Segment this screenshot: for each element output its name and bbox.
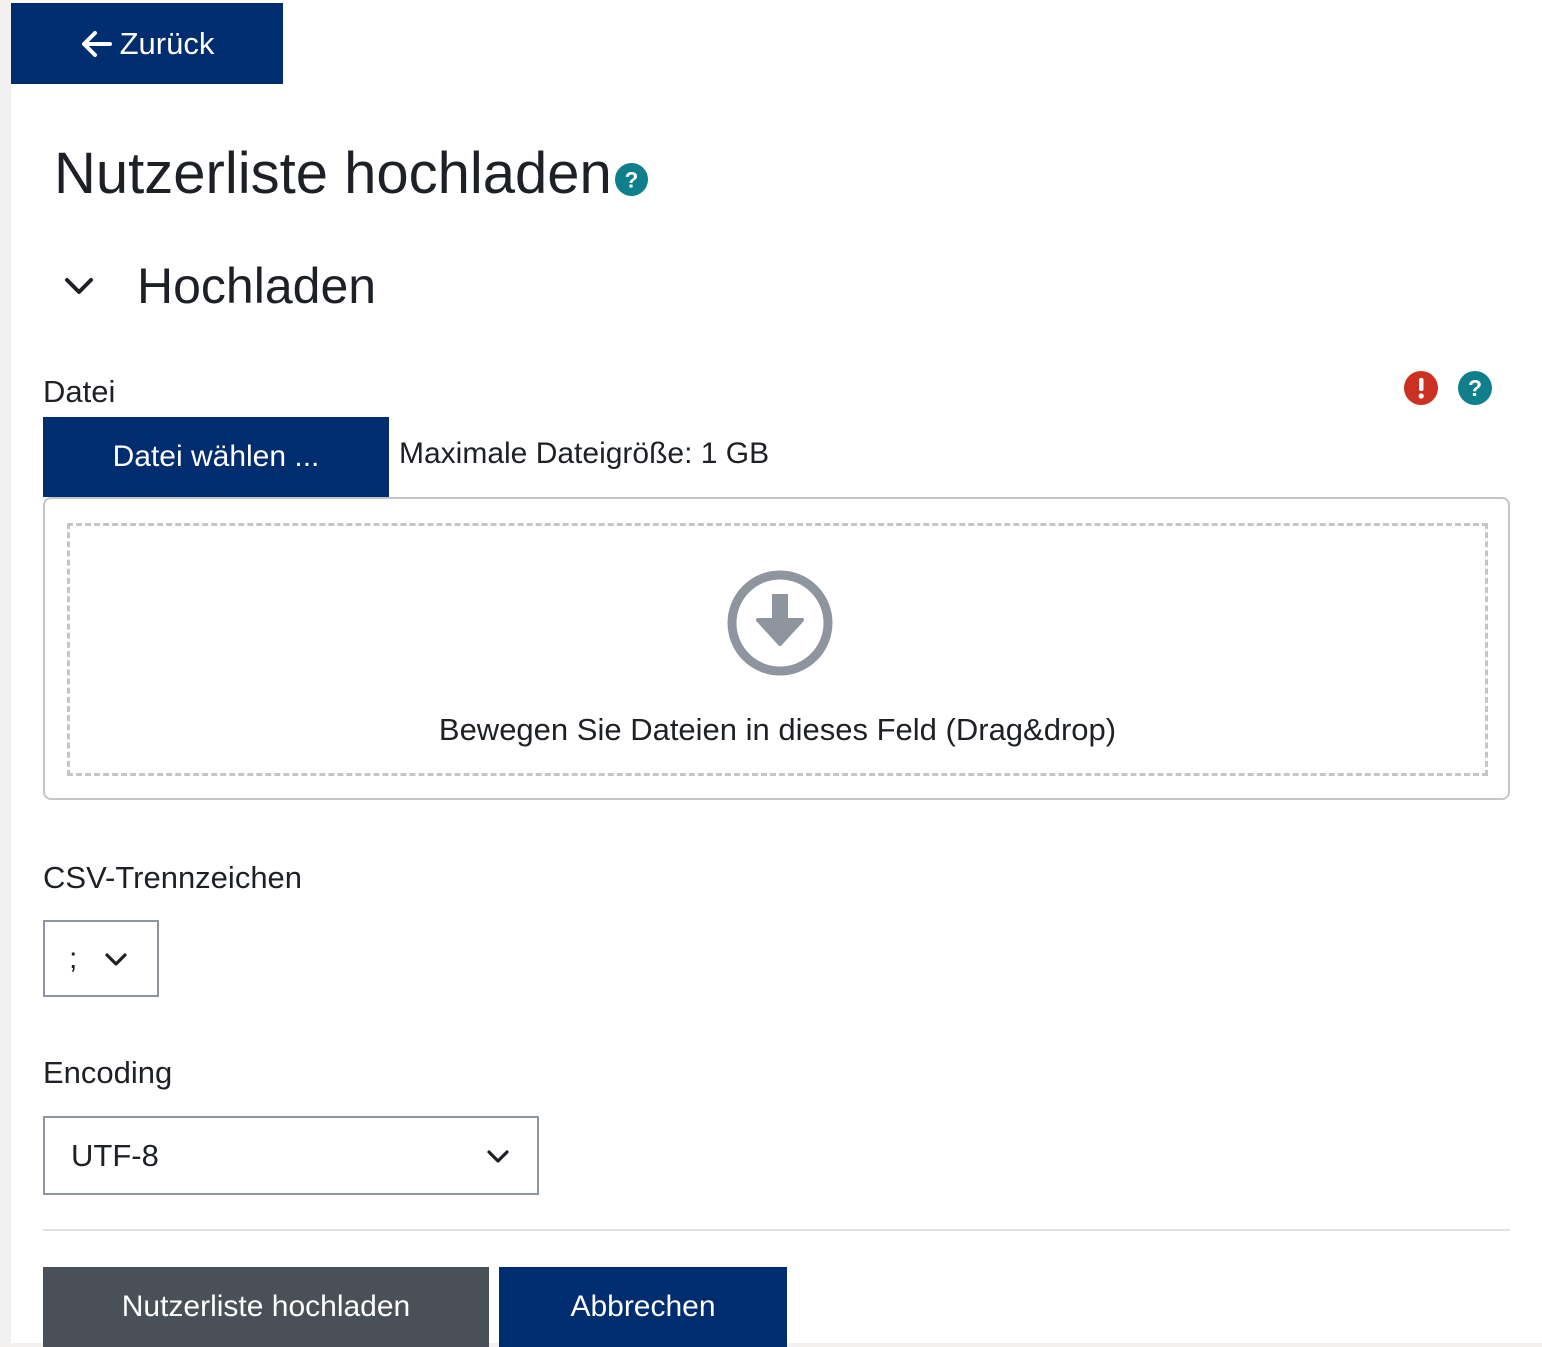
csv-separator-value: ; bbox=[69, 941, 78, 975]
file-label: Datei bbox=[43, 374, 116, 409]
exclamation-icon bbox=[1404, 371, 1438, 405]
svg-text:?: ? bbox=[1468, 375, 1482, 401]
file-picker-container: Bewegen Sie Dateien in dieses Feld (Drag… bbox=[43, 497, 1510, 800]
section-toggle[interactable]: Hochladen bbox=[61, 257, 376, 315]
encoding-select[interactable]: UTF-8 bbox=[43, 1116, 539, 1195]
help-icon[interactable]: ? bbox=[1457, 370, 1493, 406]
chevron-down-icon bbox=[65, 278, 93, 294]
chevron-down-icon bbox=[487, 1149, 509, 1163]
page-container: Zurück Nutzerliste hochladen ? Hochladen… bbox=[11, 0, 1542, 1347]
chevron-down-icon bbox=[105, 952, 127, 966]
cancel-button[interactable]: Abbrechen bbox=[499, 1267, 787, 1347]
dropzone-text: Bewegen Sie Dateien in dieses Feld (Drag… bbox=[438, 712, 1117, 747]
back-button[interactable]: Zurück bbox=[11, 3, 283, 84]
svg-text:?: ? bbox=[624, 167, 638, 192]
arrow-left-icon bbox=[81, 30, 112, 57]
dropzone[interactable]: Bewegen Sie Dateien in dieses Feld (Drag… bbox=[67, 523, 1488, 776]
section-title: Hochladen bbox=[137, 258, 377, 314]
page-title: Nutzerliste hochladen ? bbox=[54, 140, 649, 207]
csv-separator-select[interactable]: ; bbox=[43, 920, 159, 997]
csv-separator-label: CSV-Trennzeichen bbox=[43, 860, 303, 895]
upload-userlist-button[interactable]: Nutzerliste hochladen bbox=[43, 1267, 489, 1347]
encoding-label: Encoding bbox=[43, 1055, 173, 1090]
back-button-label: Zurück bbox=[119, 25, 215, 61]
page-title-text: Nutzerliste hochladen bbox=[54, 141, 612, 206]
choose-file-button[interactable]: Datei wählen ... bbox=[43, 417, 389, 497]
encoding-value: UTF-8 bbox=[71, 1137, 159, 1173]
download-circle-icon bbox=[727, 570, 833, 676]
max-file-size-text: Maximale Dateigröße: 1 GB bbox=[399, 437, 770, 470]
divider bbox=[43, 1229, 1510, 1231]
file-field-icons: ? bbox=[1403, 370, 1493, 406]
help-icon[interactable]: ? bbox=[614, 162, 649, 197]
